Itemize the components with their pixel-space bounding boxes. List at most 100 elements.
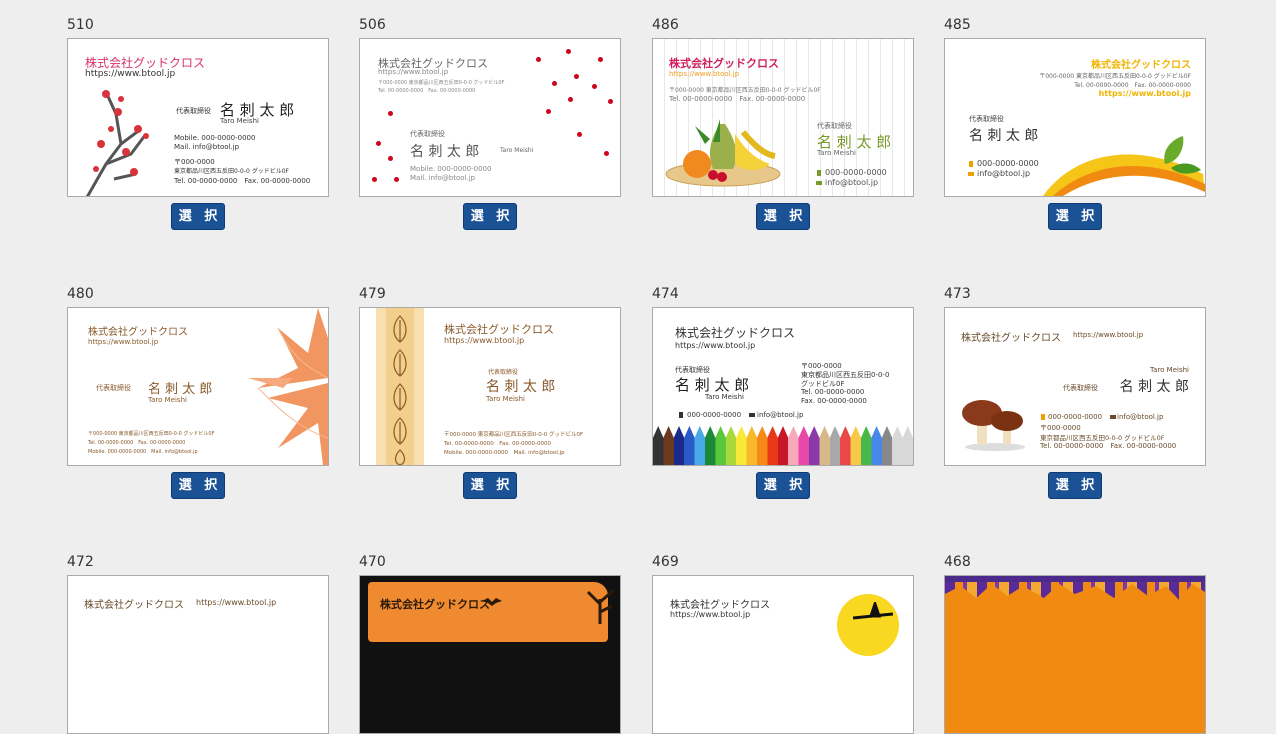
tel-fax-text: Tel. 00-0000-0000 Fax. 00-0000-0000: [669, 95, 806, 103]
template-number: 468: [944, 554, 971, 570]
job-title: 代表取締役: [410, 130, 445, 138]
card-preview[interactable]: 株式会社グッドクロス https://www.btool.jp: [67, 575, 329, 734]
mail-text: Mail. info@btool.jp: [174, 143, 240, 151]
template-number: 479: [359, 286, 386, 302]
template-number: 472: [67, 554, 94, 570]
card-preview[interactable]: 株式会社グッドクロス https://www.btool.jp 代表取締役 名 …: [359, 307, 621, 466]
company-name: 株式会社グッドクロス: [675, 326, 796, 340]
template-number: 473: [944, 286, 971, 302]
url-text: https://www.btool.jp: [669, 70, 740, 78]
select-button[interactable]: 選 択: [463, 203, 517, 230]
mail-text: info@btool.jp: [825, 178, 879, 187]
phone-text: 000-0000-0000: [977, 159, 1039, 168]
select-button[interactable]: 選 択: [171, 472, 225, 499]
card-preview[interactable]: 株式会社グッドクロス https://www.btool.jp Taro Mei…: [944, 307, 1206, 466]
template-number: 470: [359, 554, 386, 570]
dripping-purple-decoration: [945, 576, 1205, 600]
select-button[interactable]: 選 択: [1048, 203, 1102, 230]
job-title: 代表取締役: [817, 122, 852, 130]
mushroom-illustration: [962, 400, 1025, 451]
url-text: https://www.btool.jp: [196, 598, 277, 607]
select-button[interactable]: 選 択: [756, 203, 810, 230]
mobile-mail-text: Mobile. 000-0000-0000 Mail. info@btool.j…: [444, 450, 565, 456]
romaji-name: Taro Meishi: [1150, 366, 1189, 374]
company-name: 株式会社グッドクロス: [1091, 60, 1191, 71]
mail-text: Mail. info@btool.jp: [410, 174, 476, 182]
card-preview[interactable]: 株式会社グッドクロス: [359, 575, 621, 734]
person-name: 名 刺 太 郎: [675, 376, 750, 394]
company-name: 株式会社グッドクロス: [961, 333, 1061, 344]
tel-text: Tel. 00-0000-0000: [801, 388, 865, 396]
tel-fax-text: Tel. 00-0000-0000 Fax. 00-0000-0000: [1074, 82, 1191, 89]
phone-icon: [817, 170, 821, 176]
select-button[interactable]: 選 択: [463, 472, 517, 499]
job-title: 代表取締役: [96, 384, 131, 392]
company-name: 株式会社グッドクロス: [444, 323, 554, 336]
company-name: 株式会社グッドクロス: [84, 600, 184, 611]
job-title: 代表取締役: [176, 107, 211, 115]
romaji-name: Taro Meishi: [220, 117, 259, 125]
template-number: 506: [359, 17, 386, 33]
mobile-text: Mobile. 000-0000-0000: [174, 134, 256, 142]
romaji-name: Taro Meishi: [486, 395, 525, 403]
romaji-name: Taro Meishi: [817, 149, 856, 157]
template-number: 486: [652, 17, 679, 33]
job-title: 代表取締役: [488, 369, 519, 376]
template-number: 469: [652, 554, 679, 570]
address-text: 〒000-0000 東京都品川区西五反田0-0-0 グッドビル0F: [444, 432, 584, 438]
select-button[interactable]: 選 択: [756, 472, 810, 499]
purple-top-band: [945, 576, 1205, 582]
phone-text: 000-0000-0000: [1048, 413, 1103, 421]
witch-silhouette-icon: [853, 602, 893, 620]
card-preview[interactable]: 株式会社グッドクロス https://www.btool.jp 代表取締役 名 …: [67, 38, 329, 197]
orange-leaf-illustration: [248, 308, 328, 465]
romaji-name: Taro Meishi: [500, 147, 534, 154]
template-number: 485: [944, 17, 971, 33]
tree-silhouette-icon: [586, 588, 615, 624]
card-preview[interactable]: 株式会社グッドクロス https://www.btool.jp 〒000-000…: [652, 38, 914, 197]
card-preview[interactable]: 株式会社グッドクロス https://www.btool.jp: [652, 575, 914, 734]
fax-text: Fax. 00-0000-0000: [801, 397, 867, 405]
plum-blossom-illustration: [85, 90, 149, 196]
mail-icon: [816, 181, 822, 185]
card-preview[interactable]: [944, 575, 1206, 734]
company-name: 株式会社グッドクロス: [670, 600, 770, 611]
halloween-orange-panel: [368, 582, 608, 642]
person-name: 名 刺 太 郎: [410, 144, 480, 160]
phone-icon: [679, 412, 683, 418]
mail-text: info@btool.jp: [977, 169, 1031, 178]
mail-icon: [1110, 415, 1116, 419]
phone-text: 000-0000-0000: [687, 411, 742, 419]
select-button[interactable]: 選 択: [1048, 472, 1102, 499]
company-name: 株式会社グッドクロス: [380, 598, 490, 611]
tel-fax-text: Tel. 00-0000-0000 Fax. 00-0000-0000: [444, 441, 552, 447]
card-preview[interactable]: 株式会社グッドクロス 〒000-0000 東京都品川区西五反田0-0-0 グッド…: [944, 38, 1206, 197]
romaji-name: Taro Meishi: [705, 393, 744, 401]
tel-fax-text: Tel. 00-0000-0000 Fax. 00-0000-0000: [1040, 442, 1177, 450]
url-text: https://www.btool.jp: [444, 336, 525, 345]
url-text: https://www.btool.jp: [1073, 331, 1144, 339]
template-number: 474: [652, 286, 679, 302]
bat-icon: [482, 598, 502, 606]
address-text: 〒000-0000 東京都品川区西五反田0-0-0 グッドビル0F: [88, 431, 215, 437]
card-preview[interactable]: 株式会社グッドクロス https://www.btool.jp 〒000-000…: [359, 38, 621, 197]
mail-text: info@btool.jp: [757, 411, 804, 419]
select-button[interactable]: 選 択: [171, 203, 225, 230]
url-text: https://www.btool.jp: [675, 341, 756, 350]
company-name: 株式会社グッドクロス: [669, 57, 779, 70]
url-text: https://www.btool.jp: [1098, 89, 1191, 98]
leaf-pattern-strip: [376, 308, 424, 465]
phone-text: 000-0000-0000: [825, 168, 887, 177]
phone-icon: [969, 161, 973, 167]
tel-fax-text: Tel. 00-0000-0000 Fax. 00-0000-0000: [88, 440, 186, 446]
template-number: 480: [67, 286, 94, 302]
url-text: https://www.btool.jp: [85, 69, 176, 79]
card-preview[interactable]: 株式会社グッドクロス https://www.btool.jp 代表取締役 名 …: [652, 307, 914, 466]
address-text: 〒000-0000 東京都品川区西五反田0-0-0 グッドビル0F: [1039, 73, 1191, 80]
card-preview[interactable]: 株式会社グッドクロス https://www.btool.jp 代表取締役 名 …: [67, 307, 329, 466]
mail-icon: [749, 413, 755, 417]
phone-icon: [1041, 414, 1045, 420]
address-text: 東京都品川区西五反田0-0-0 グッドビル0F: [174, 168, 289, 175]
mail-text: info@btool.jp: [1117, 413, 1164, 421]
romaji-name: Taro Meishi: [148, 396, 187, 404]
